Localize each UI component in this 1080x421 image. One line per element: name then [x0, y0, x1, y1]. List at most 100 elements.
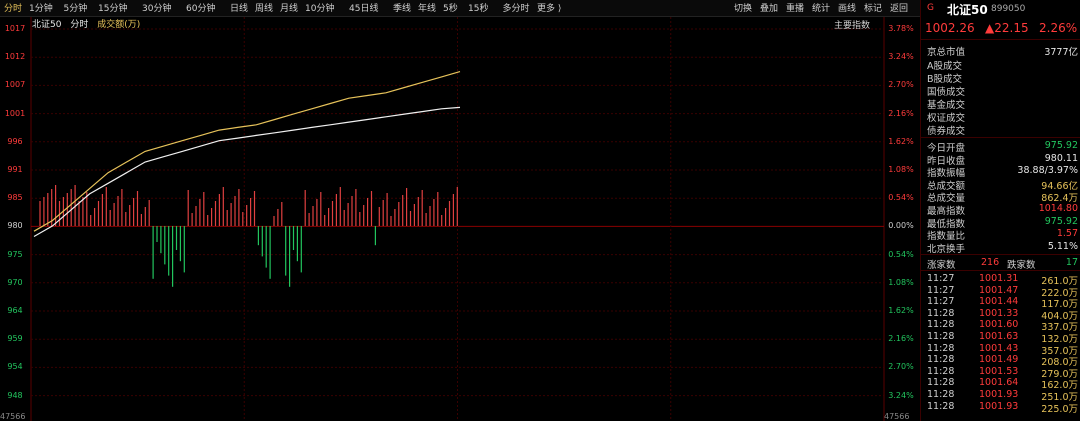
timeshare-tab[interactable]: 分时 [70, 20, 88, 30]
divider [921, 39, 1080, 40]
period-tab[interactable]: 10分钟 [305, 1, 334, 14]
period-tab[interactable]: 60分钟 [186, 1, 215, 14]
period-tab[interactable]: 1分钟 [29, 1, 53, 14]
percent-tick: 0.00% [888, 221, 914, 231]
price-tick: 980 [7, 221, 23, 231]
period-tab[interactable]: 5秒 [443, 1, 458, 14]
quote-panel: G 北证50 899050 1002.26 ▲22.15 2.26% 京总市值 … [920, 0, 1080, 421]
trade-row: 11:27 1001.31 261.0万 [921, 273, 1080, 287]
percent-tick: 3.24% [888, 390, 914, 400]
stat-value: 1014.80 [1038, 203, 1078, 214]
down-count-label: 跌家数 [1007, 260, 1036, 271]
trade-price: 1001.93 [979, 389, 1019, 400]
trade-time: 11:27 [927, 296, 955, 308]
trade-time: 11:28 [927, 331, 955, 342]
stat-value: 5.11% [1047, 240, 1078, 252]
trade-row: 11:27 1001.47 222.0万 [921, 284, 1080, 299]
toolbar-action[interactable]: 返回 [890, 1, 908, 14]
trade-row: 11:28 1001.63 132.0万 [921, 331, 1080, 345]
period-tab[interactable]: 分时 [4, 1, 22, 14]
trade-time: 11:28 [927, 389, 955, 400]
market-cap-value: 3777亿 [1044, 47, 1078, 58]
price-tick: 1017 [4, 24, 26, 33]
period-tab[interactable]: 年线 [418, 1, 436, 14]
trade-time: 11:28 [927, 365, 955, 377]
period-tab[interactable]: 季线 [393, 1, 411, 14]
trade-time: 11:27 [927, 284, 955, 296]
index-name: 北证50 [947, 3, 988, 17]
percent-tick: 0.54% [888, 193, 914, 203]
bottom-left-volume: 47566 [0, 412, 26, 421]
period-tab[interactable]: 日线 [230, 1, 248, 14]
percent-change: 2.26% [1039, 21, 1078, 35]
price-tick: 954 [7, 362, 23, 372]
main-index-button[interactable]: 主要指数 [834, 18, 870, 31]
period-tab[interactable]: 周线 [255, 1, 273, 14]
price-tick: 975 [7, 249, 23, 259]
up-count-label: 涨家数 [927, 260, 956, 271]
stat-value: 1.57 [1056, 228, 1078, 240]
trade-price: 1001.49 [979, 354, 1019, 366]
trade-time: 11:28 [927, 377, 955, 389]
toolbar-action[interactable]: 切换 [734, 1, 752, 14]
trade-row: 11:28 1001.33 404.0万 [921, 307, 1080, 322]
trade-row: 11:28 1001.93 251.0万 [921, 389, 1080, 403]
price-change: ▲22.15 [985, 21, 1029, 35]
trade-row: 11:28 1001.93 225.0万 [921, 400, 1080, 415]
toolbar-action[interactable]: 重播 [786, 1, 804, 14]
percent-tick: 1.62% [888, 136, 914, 146]
trade-price: 1001.64 [979, 377, 1019, 389]
period-tab[interactable]: 月线 [280, 1, 298, 14]
down-count: 17 [1065, 257, 1078, 268]
percent-tick: 2.70% [888, 362, 914, 372]
turnover-group-label: 权证成交 [927, 113, 966, 124]
percent-tick: 3.78% [888, 24, 914, 33]
toolbar-action[interactable]: 画线 [838, 1, 856, 14]
trade-price: 1001.53 [979, 365, 1019, 377]
trade-time: 11:28 [927, 307, 955, 319]
period-tab[interactable]: 15秒 [468, 1, 488, 14]
trade-time: 11:28 [927, 319, 955, 331]
percent-tick: 1.62% [888, 306, 914, 315]
trade-row: 11:28 1001.64 162.0万 [921, 377, 1080, 391]
chart-legend: 北证50 分时 成交额(万) [32, 17, 140, 30]
toolbar-action[interactable]: 叠加 [760, 1, 778, 14]
price-tick: 964 [7, 306, 23, 315]
trade-price: 1001.31 [979, 273, 1019, 284]
period-tab[interactable]: 45日线 [349, 1, 378, 14]
divider [921, 254, 1080, 255]
toolbar-action[interactable]: 统计 [812, 1, 830, 14]
trade-row: 11:28 1001.49 208.0万 [921, 354, 1080, 368]
trade-row: 11:27 1001.44 117.0万 [921, 296, 1080, 310]
percent-tick: 0.54% [888, 249, 914, 259]
period-toolbar: 分时 1分钟 5分钟 15分钟 30分钟 60分钟 日线 周线 月线 10分钟 45日线 季线 年线 5秒… [0, 0, 920, 17]
percent-tick: 2.16% [888, 108, 914, 118]
price-tick: 948 [7, 390, 23, 400]
price-tick: 985 [7, 193, 23, 203]
period-tab[interactable]: 更多 ⟩ [537, 1, 561, 14]
index-code: 899050 [991, 4, 1026, 14]
trade-row: 11:28 1001.53 279.0万 [921, 365, 1080, 380]
percent-tick: 3.24% [888, 52, 914, 62]
period-tab[interactable]: 15分钟 [98, 1, 127, 14]
trade-row: 11:28 1001.43 357.0万 [921, 343, 1080, 357]
period-tab[interactable]: 30分钟 [142, 1, 171, 14]
turnover-tab[interactable]: 成交额(万) [97, 20, 140, 30]
divider [921, 137, 1080, 138]
trade-price: 1001.93 [979, 400, 1019, 412]
period-tab[interactable]: 5分钟 [64, 1, 88, 14]
percent-tick: 1.08% [888, 277, 914, 287]
price-tick: 1007 [4, 80, 26, 90]
period-tab[interactable]: 多分时 [503, 1, 530, 14]
price-tick: 1001 [4, 108, 26, 118]
toolbar-action[interactable]: 标记 [864, 1, 882, 14]
turnover-group-label: 基金成交 [927, 100, 966, 111]
price-tick: 991 [7, 165, 23, 174]
market-cap-label: 京总市值 [927, 47, 966, 58]
price-tick: 970 [7, 277, 23, 287]
trade-price: 1001.63 [979, 331, 1019, 342]
price-tick: 996 [7, 136, 23, 146]
percent-tick: 1.08% [888, 165, 914, 174]
trade-price: 1001.44 [979, 296, 1019, 308]
intraday-chart [30, 17, 885, 421]
